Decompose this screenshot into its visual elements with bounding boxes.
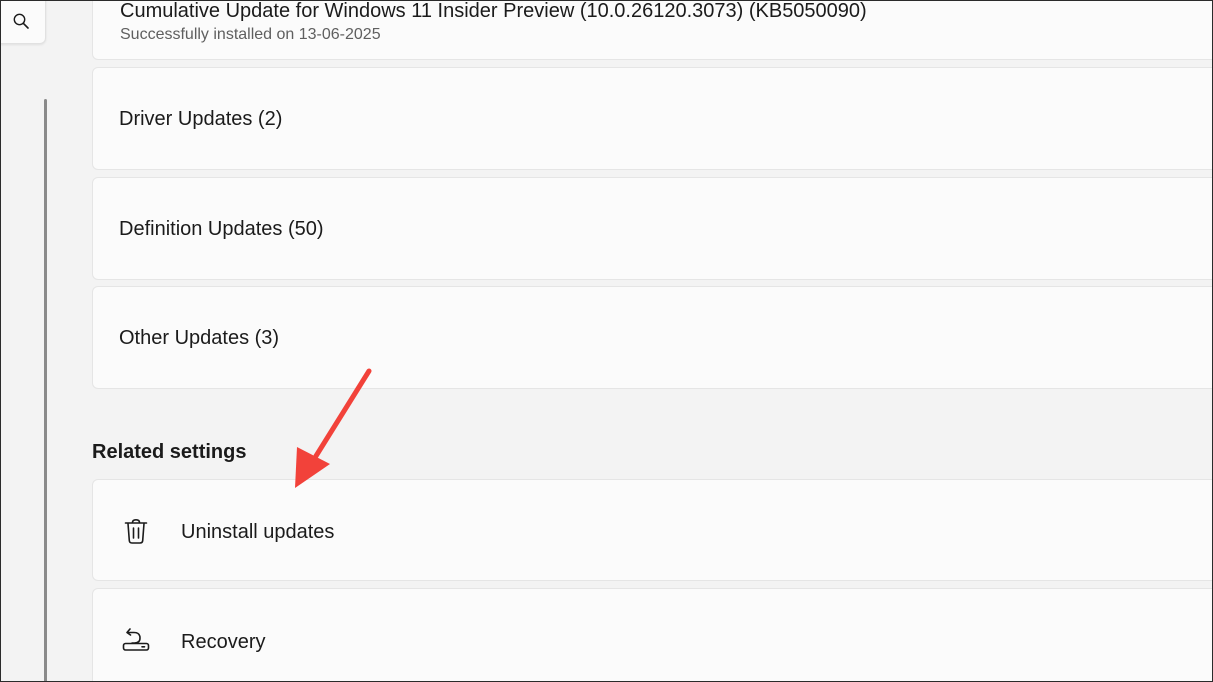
search-icon <box>13 13 29 29</box>
related-settings-heading: Related settings <box>92 441 247 463</box>
definition-updates-expander[interactable]: Definition Updates (50) <box>92 177 1212 280</box>
driver-updates-expander[interactable]: Driver Updates (2) <box>92 67 1212 170</box>
update-title: Cumulative Update for Windows 11 Insider… <box>120 0 867 22</box>
trash-icon <box>124 518 148 544</box>
recovery-icon <box>122 628 150 651</box>
settings-window: Cumulative Update for Windows 11 Insider… <box>0 0 1213 682</box>
driver-updates-label: Driver Updates (2) <box>119 108 283 130</box>
recovery-link[interactable]: Recovery <box>92 588 1212 681</box>
update-status: Successfully installed on 13-06-2025 <box>120 26 381 43</box>
uninstall-updates-label: Uninstall updates <box>181 521 335 543</box>
nav-scrollbar[interactable] <box>44 99 47 681</box>
uninstall-updates-link[interactable]: Uninstall updates <box>92 479 1212 581</box>
other-updates-expander[interactable]: Other Updates (3) <box>92 286 1212 389</box>
definition-updates-label: Definition Updates (50) <box>119 218 324 240</box>
other-updates-label: Other Updates (3) <box>119 327 280 349</box>
recovery-label: Recovery <box>181 631 266 653</box>
update-history-item[interactable]: Cumulative Update for Windows 11 Insider… <box>92 0 1212 60</box>
nav-search-button[interactable] <box>1 1 46 44</box>
